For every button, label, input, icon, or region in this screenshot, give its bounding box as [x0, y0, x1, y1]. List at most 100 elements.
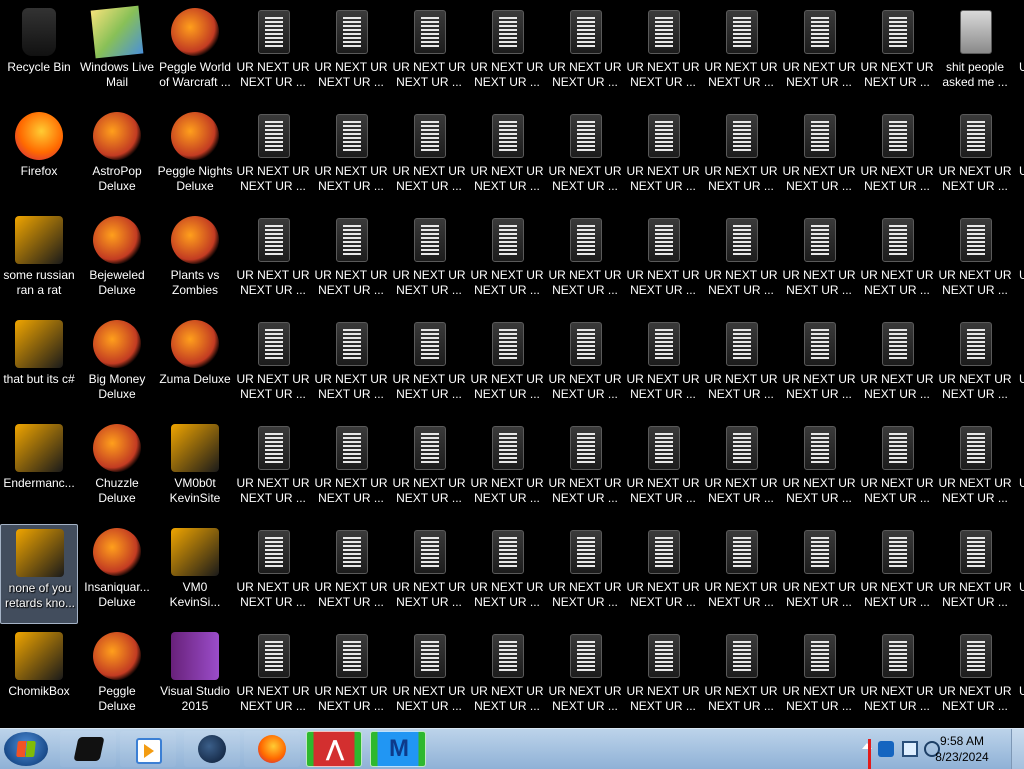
desktop-icon[interactable]: UR NEXT UR NEXT UR ... — [936, 524, 1014, 624]
desktop-icon[interactable]: UR NEXT UR NEXT UR ... — [546, 628, 624, 728]
desktop-icon[interactable]: Recycle Bin — [0, 4, 78, 104]
desktop-icon[interactable]: UR NEXT UR NEXT UR ... — [780, 4, 858, 104]
desktop-icon[interactable]: UR NEXT UR NEXT UR ... — [390, 316, 468, 416]
desktop-icon[interactable]: UR NEXT UR NEXT UR ... — [468, 420, 546, 520]
desktop-icon[interactable]: Visual Studio 2015 — [156, 628, 234, 728]
desktop-icon[interactable]: UR NEXT UR NEXT UR ... — [390, 524, 468, 624]
desktop-icon[interactable]: UR NEXT UR NEXT UR ... — [702, 4, 780, 104]
desktop-icon[interactable]: UR NEXT UR NEXT UR ... — [858, 628, 936, 728]
desktop-icon[interactable]: UR NEXT UR NEXT UR ... — [390, 420, 468, 520]
desktop-icon[interactable]: UR NEXT UR NEXT UR ... — [624, 4, 702, 104]
desktop-icon[interactable]: UR NEXT UR NEXT UR ... — [234, 524, 312, 624]
desktop-icon[interactable]: UR NEXT UR NEXT UR ... — [234, 420, 312, 520]
desktop-icon[interactable]: UR NEXT UR NEXT UR ... — [780, 108, 858, 208]
desktop-icon[interactable]: UR NEXT UR NEXT UR ... — [780, 524, 858, 624]
network-icon[interactable] — [902, 741, 918, 757]
desktop-icon[interactable]: some russian ran a rat — [0, 212, 78, 312]
desktop-icon[interactable]: UR NEXT UR NEXT UR ... — [234, 108, 312, 208]
desktop-icon[interactable]: UR NEXT UR NEXT UR ... — [312, 316, 390, 416]
desktop-icon[interactable]: UR NEXT UR NEXT UR ... — [312, 524, 390, 624]
tray-app-icon[interactable] — [878, 741, 894, 757]
desktop-icon[interactable]: that but its c# — [0, 316, 78, 416]
desktop-icon[interactable]: UR NEXT UR NEXT UR ... — [624, 212, 702, 312]
taskbar-pin-recycle-bin[interactable] — [60, 731, 116, 767]
desktop-icon[interactable]: UR NEXT UR NEXT UR ... — [702, 524, 780, 624]
desktop-icon[interactable]: UR NEXT UR NEXT UR ... — [546, 212, 624, 312]
desktop-icon[interactable]: Peggle Nights Deluxe — [156, 108, 234, 208]
desktop-icon[interactable]: Peggle World of Warcraft ... — [156, 4, 234, 104]
desktop-icon[interactable]: Windows Live Mail — [78, 4, 156, 104]
show-desktop-button[interactable] — [1011, 729, 1024, 769]
desktop-icon[interactable]: Big Money Deluxe — [78, 316, 156, 416]
desktop-icon[interactable]: UR NEXT UR NEXT UR ... — [858, 420, 936, 520]
desktop-icon[interactable]: UR NEXT UR NEXT UR ... — [546, 108, 624, 208]
desktop-icon[interactable]: UR NEXT UR NEXT UR ... — [546, 420, 624, 520]
desktop-icon[interactable]: UR NEXT UR NEXT UR ... — [780, 316, 858, 416]
desktop-icon[interactable]: UR NEXT UR NEXT UR ... — [702, 108, 780, 208]
desktop-icon[interactable]: UR NEXT UR NEXT UR ... — [468, 4, 546, 104]
desktop-icon[interactable]: UR NEXT UR NEXT UR ... — [624, 420, 702, 520]
desktop-icon[interactable]: UR NEXT UR NEXT UR ... — [312, 108, 390, 208]
desktop-icon[interactable]: UR NEXT UR NEXT UR ... — [936, 628, 1014, 728]
desktop-icon[interactable]: UR NEXT UR NEXT UR ... — [936, 212, 1014, 312]
desktop-icon[interactable]: Endermanc... — [0, 420, 78, 520]
desktop-icon[interactable]: Firefox — [0, 108, 78, 208]
desktop-icon[interactable]: UR NEXT UR NEXT UR ... — [468, 316, 546, 416]
desktop-icon[interactable]: AstroPop Deluxe — [78, 108, 156, 208]
desktop-icon[interactable]: UR NEXT UR NEXT UR ... — [390, 212, 468, 312]
desktop-icon[interactable]: UR NEXT UR NEXT UR ... — [858, 316, 936, 416]
taskbar-app-avira[interactable]: ⋀ — [306, 731, 362, 767]
desktop-icon[interactable]: UR NEXT UR NEXT UR ... — [936, 316, 1014, 416]
desktop-icon[interactable]: Bejeweled Deluxe — [78, 212, 156, 312]
desktop-icon[interactable]: UR NEXT UR NEXT UR ... — [624, 524, 702, 624]
desktop-icon[interactable]: Zuma Deluxe — [156, 316, 234, 416]
desktop-icon[interactable]: UR NEXT UR NEXT UR ... — [546, 4, 624, 104]
taskbar-pin-app[interactable] — [184, 731, 240, 767]
desktop-icon[interactable]: Plants vs Zombies — [156, 212, 234, 312]
desktop-icon[interactable]: UR NEXT UR NEXT UR ... — [468, 212, 546, 312]
desktop-icon[interactable]: ChomikBox — [0, 628, 78, 728]
desktop-icon[interactable]: UR NEXT UR NEXT UR ... — [780, 628, 858, 728]
desktop-icon[interactable]: UR NEXT UR NEXT UR ... — [780, 420, 858, 520]
taskbar-pin-media-player[interactable] — [120, 731, 176, 767]
desktop-icon[interactable]: UR NEXT UR NEXT UR ... — [468, 628, 546, 728]
desktop-icon[interactable]: UR NEXT UR NEXT UR ... — [624, 628, 702, 728]
taskbar-app-malwarebytes[interactable]: M — [370, 731, 426, 767]
desktop-icon[interactable]: VM0 KevinSi... — [156, 524, 234, 624]
clock[interactable]: 9:58 AM 8/23/2024 — [924, 733, 1000, 765]
desktop-icon[interactable]: UR NEXT UR NEXT UR ... — [312, 4, 390, 104]
desktop-icon[interactable]: UR NEXT UR NEXT UR ... — [858, 108, 936, 208]
desktop-icon[interactable]: UR NEXT UR NEXT UR ... — [858, 212, 936, 312]
desktop-icon[interactable]: UR NEXT UR NEXT UR ... — [624, 316, 702, 416]
desktop-icon[interactable]: UR NEXT UR NEXT UR ... — [312, 420, 390, 520]
start-button[interactable] — [4, 732, 48, 766]
desktop-icon[interactable]: UR NEXT UR NEXT UR ... — [234, 316, 312, 416]
desktop-icon[interactable]: shit people asked me ... — [936, 4, 1014, 104]
desktop-icon[interactable]: Peggle Deluxe — [78, 628, 156, 728]
desktop-icon[interactable]: UR NEXT UR NEXT UR ... — [702, 628, 780, 728]
desktop-icon[interactable]: UR NEXT UR NEXT UR ... — [702, 420, 780, 520]
desktop-icon[interactable]: UR NEXT UR NEXT UR ... — [234, 4, 312, 104]
desktop-icon[interactable]: UR NEXT UR NEXT UR ... — [390, 628, 468, 728]
desktop-icon[interactable]: UR NEXT UR NEXT UR ... — [468, 524, 546, 624]
desktop-icon[interactable]: UR NEXT UR NEXT UR ... — [312, 212, 390, 312]
taskbar-pin-firefox[interactable] — [244, 731, 300, 767]
desktop-icon[interactable]: UR NEXT UR NEXT UR ... — [546, 316, 624, 416]
desktop-icon[interactable]: UR NEXT UR NEXT UR ... — [624, 108, 702, 208]
desktop-icon[interactable]: VM0b0t KevinSite — [156, 420, 234, 520]
desktop-icon[interactable]: UR NEXT UR NEXT UR ... — [858, 524, 936, 624]
desktop-icon[interactable]: UR NEXT UR NEXT UR ... — [936, 420, 1014, 520]
desktop-icon[interactable]: Chuzzle Deluxe — [78, 420, 156, 520]
desktop-icon[interactable]: UR NEXT UR NEXT UR ... — [234, 212, 312, 312]
desktop-icon[interactable]: UR NEXT UR NEXT UR ... — [702, 316, 780, 416]
desktop-icon[interactable]: UR NEXT UR NEXT UR ... — [234, 628, 312, 728]
desktop-icon[interactable]: UR NEXT UR NEXT UR ... — [780, 212, 858, 312]
desktop-icon[interactable]: UR NEXT UR NEXT UR ... — [390, 108, 468, 208]
desktop-icon[interactable]: none of you retards kno... — [0, 524, 78, 624]
desktop-icon[interactable]: UR NEXT UR NEXT UR ... — [468, 108, 546, 208]
desktop-icon[interactable]: UR NEXT UR NEXT UR ... — [858, 4, 936, 104]
desktop-icon[interactable]: Insaniquar... Deluxe — [78, 524, 156, 624]
desktop-icon[interactable]: UR NEXT UR NEXT UR ... — [936, 108, 1014, 208]
desktop-icon[interactable]: UR NEXT UR NEXT UR ... — [546, 524, 624, 624]
desktop-icon[interactable]: UR NEXT UR NEXT UR ... — [702, 212, 780, 312]
